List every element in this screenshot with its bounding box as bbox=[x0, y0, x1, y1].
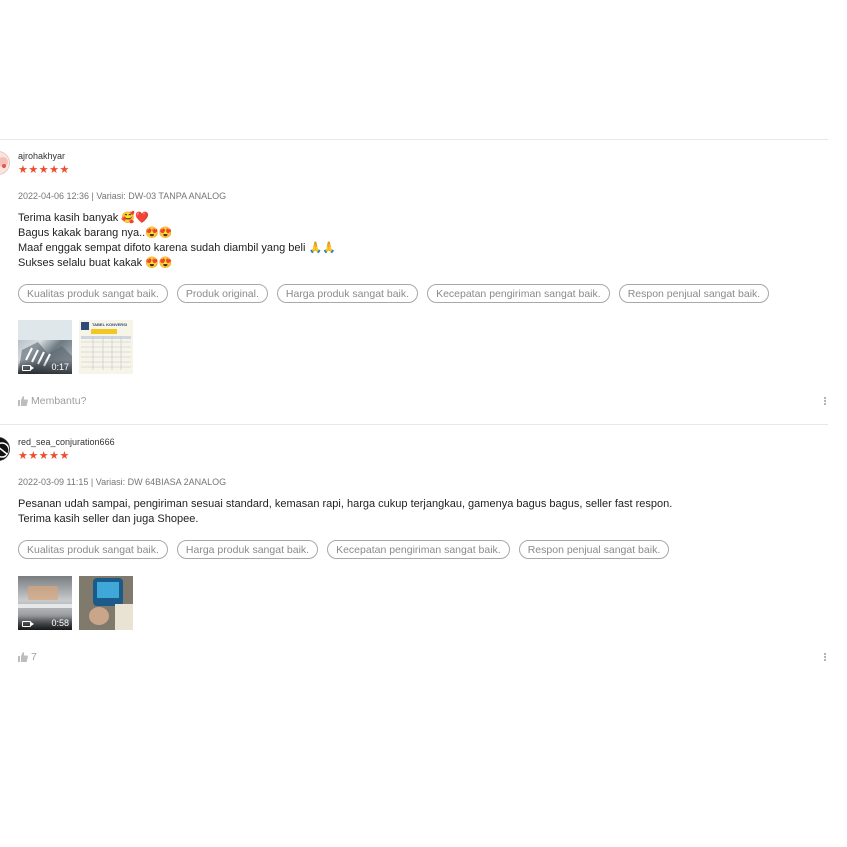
image-thumbnail[interactable] bbox=[79, 576, 133, 630]
tag-chip: Harga produk sangat baik. bbox=[176, 540, 319, 559]
tag-chip: Kualitas produk sangat baik. bbox=[18, 284, 168, 303]
reviewer-username[interactable]: ajrohakhyar bbox=[18, 151, 65, 161]
comment-line: Terima kasih seller dan juga Shopee. bbox=[18, 513, 199, 525]
tag-chip: Harga produk sangat baik. bbox=[276, 284, 419, 303]
helpful-count: 7 bbox=[31, 651, 37, 663]
tag-chip: Produk original. bbox=[176, 284, 268, 303]
review-card-2: red_sea_conjuration666 ★★★★★ 2022-03-09 … bbox=[0, 437, 847, 677]
review-card-1: ajrohakhyar ★★★★★ 2022-04-06 12:36 | Var… bbox=[0, 151, 847, 423]
comment-line: Maaf enggak sempat difoto karena sudah d… bbox=[18, 242, 336, 254]
top-divider bbox=[0, 139, 828, 140]
video-duration: 0:17 bbox=[51, 362, 69, 372]
review-meta: 2022-04-06 12:36 | Variasi: DW-03 TANPA … bbox=[18, 191, 227, 201]
review-tags: Kualitas produk sangat baik. Produk orig… bbox=[18, 284, 770, 303]
review-comment: Pesanan udah sampai, pengiriman sesuai s… bbox=[18, 497, 672, 527]
review-tags: Kualitas produk sangat baik. Harga produ… bbox=[18, 540, 670, 559]
avatar-logo-icon bbox=[0, 438, 9, 460]
rating-stars: ★★★★★ bbox=[18, 450, 70, 462]
video-camera-icon bbox=[22, 621, 34, 627]
thumbs-up-icon bbox=[18, 396, 28, 406]
comment-line: Pesanan udah sampai, pengiriman sesuai s… bbox=[18, 498, 673, 510]
helpful-button[interactable]: 7 bbox=[18, 651, 37, 663]
review-media: 0:58 bbox=[18, 576, 133, 630]
review-comment: Terima kasih banyak 🥰❤️ Bagus kakak bara… bbox=[18, 211, 336, 271]
review-media: 0:17 TABEL KONVERSI bbox=[18, 320, 133, 374]
helpful-label: Membantu? bbox=[31, 395, 87, 407]
comment-line: Sukses selalu buat kakak 😍😍 bbox=[18, 257, 173, 269]
review-meta: 2022-03-09 11:15 | Variasi: DW 64BIASA 2… bbox=[18, 477, 227, 487]
more-options-icon[interactable] bbox=[824, 396, 828, 406]
more-options-icon[interactable] bbox=[824, 652, 828, 662]
conversion-table-image bbox=[79, 320, 133, 374]
tag-chip: Respon penjual sangat baik. bbox=[618, 284, 770, 303]
comment-line: Terima kasih banyak 🥰❤️ bbox=[18, 212, 149, 224]
reviewer-username[interactable]: red_sea_conjuration666 bbox=[18, 437, 115, 447]
image-thumbnail[interactable]: TABEL KONVERSI bbox=[79, 320, 133, 374]
thumbs-up-icon bbox=[18, 652, 28, 662]
rating-stars: ★★★★★ bbox=[18, 164, 70, 176]
avatar-face-icon bbox=[0, 152, 9, 174]
user-avatar[interactable] bbox=[0, 437, 10, 461]
helpful-button[interactable]: Membantu? bbox=[18, 395, 86, 407]
video-duration: 0:58 bbox=[51, 618, 69, 628]
game-console-image bbox=[79, 576, 133, 630]
video-thumbnail[interactable]: 0:58 bbox=[18, 576, 72, 630]
comment-line: Bagus kakak barang nya..😍😍 bbox=[18, 227, 173, 239]
video-thumbnail[interactable]: 0:17 bbox=[18, 320, 72, 374]
table-header-text: TABEL KONVERSI bbox=[92, 322, 127, 327]
tag-chip: Kualitas produk sangat baik. bbox=[18, 540, 168, 559]
tag-chip: Respon penjual sangat baik. bbox=[518, 540, 670, 559]
video-camera-icon bbox=[22, 365, 34, 371]
review-divider bbox=[0, 424, 828, 425]
tag-chip: Kecepatan pengiriman sangat baik. bbox=[427, 284, 610, 303]
tag-chip: Kecepatan pengiriman sangat baik. bbox=[327, 540, 510, 559]
user-avatar[interactable] bbox=[0, 151, 10, 175]
